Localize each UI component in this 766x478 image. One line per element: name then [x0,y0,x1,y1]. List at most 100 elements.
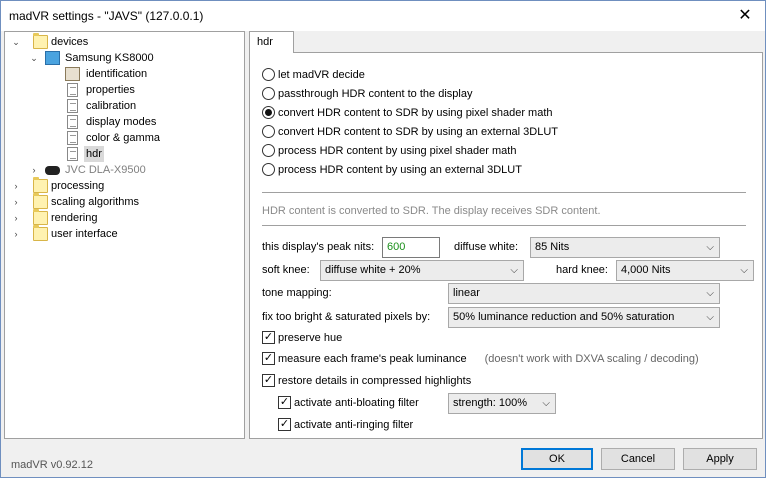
tree-label: rendering [51,212,98,224]
radio-button-selected[interactable] [262,105,275,119]
separator [262,225,746,226]
chevron-down-icon: ⌵ [542,398,550,409]
separator [262,192,746,193]
hdr-settings-panel: let madVR decide passthrough HDR content… [249,52,763,439]
expand-icon[interactable]: › [11,226,21,242]
diffuse-white-select[interactable]: 85 Nits ⌵ [530,237,720,258]
tone-mapping-label: tone mapping: [262,287,332,299]
peak-nits-label: this display's peak nits: [262,241,375,253]
diffuse-white-label: diffuse white: [454,241,519,253]
display-device-icon [45,51,60,65]
anti-ringing-checkbox-row[interactable]: ✓ activate anti-ringing filter [278,417,413,433]
checkbox-checked[interactable]: ✓ [262,351,275,365]
peak-nits-input[interactable]: 600 [382,237,440,258]
checkbox-label: measure each frame's peak luminance [278,353,467,365]
title-bar: madVR settings - "JAVS" (127.0.0.1) ✕ [1,1,765,31]
tree-label: devices [51,36,89,48]
folder-icon [33,33,48,49]
expand-icon[interactable]: › [11,210,21,226]
tree-label: processing [51,180,105,192]
radio-label: convert HDR content to SDR by using an e… [278,126,559,138]
folder-icon [33,225,48,241]
chevron-down-icon: ⌵ [706,288,714,299]
radio-passthrough-hdr[interactable]: passthrough HDR content to the display [262,86,472,102]
checkbox-label: activate anti-bloating filter [294,397,419,409]
preserve-hue-checkbox-row[interactable]: ✓ preserve hue [262,330,342,346]
chevron-down-icon: ⌵ [510,265,518,276]
measure-peak-checkbox-row[interactable]: ✓ measure each frame's peak luminance (doe… [262,351,699,367]
dxva-note: (doesn't work with DXVA scaling / decodi… [484,353,699,365]
hard-knee-label: hard knee: [556,264,608,276]
document-icon [67,115,78,129]
radio-convert-sdr-3dlut[interactable]: convert HDR content to SDR by using an e… [262,124,558,140]
radio-process-hdr-3dlut[interactable]: process HDR content by using an external… [262,162,522,178]
radio-process-hdr-pixel-shader[interactable]: process HDR content by using pixel shade… [262,143,516,159]
radio-button[interactable] [262,162,275,176]
radio-label: convert HDR content to SDR by using pixe… [278,107,553,119]
tree-label: Samsung KS8000 [65,52,154,64]
settings-tree[interactable]: ⌄ devices ⌄ Samsung KS8000 identificatio… [4,31,245,439]
folder-icon [33,193,48,209]
checkbox-checked[interactable]: ✓ [262,373,275,387]
hard-knee-select[interactable]: 4,000 Nits ⌵ [616,260,754,281]
radio-button[interactable] [262,86,275,100]
tree-label: properties [86,84,135,96]
identification-icon [65,67,80,81]
ok-button[interactable]: OK [521,448,593,470]
checkbox-checked[interactable]: ✓ [278,417,291,431]
radio-button[interactable] [262,143,275,157]
radio-label: let madVR decide [278,69,365,81]
checkbox-label: restore details in compressed highlights [278,375,472,387]
tree-label: JVC DLA-X9500 [65,164,146,176]
close-icon[interactable]: ✕ [731,4,759,28]
projector-icon [45,166,60,175]
settings-window: madVR settings - "JAVS" (127.0.0.1) ✕ ⌄ … [0,0,766,478]
strength-select[interactable]: strength: 100% ⌵ [448,393,556,414]
checkbox-checked[interactable]: ✓ [262,330,275,344]
tree-label: color & gamma [86,132,160,144]
restore-details-checkbox-row[interactable]: ✓ restore details in compressed highlight… [262,373,471,389]
tone-mapping-select[interactable]: linear ⌵ [448,283,720,304]
select-value: linear [453,287,480,299]
document-icon [67,99,78,113]
anti-bloating-checkbox-row[interactable]: ✓ activate anti-bloating filter [278,395,419,411]
expand-icon[interactable]: › [11,178,21,194]
tree-label: display modes [86,116,157,128]
expand-icon[interactable]: › [29,162,39,178]
collapse-icon[interactable]: ⌄ [29,50,39,66]
document-icon [67,83,78,97]
folder-icon [33,209,48,225]
hdr-info-text: HDR content is converted to SDR. The dis… [262,205,601,217]
tree-label: scaling algorithms [51,196,140,208]
folder-icon [33,177,48,193]
expand-icon[interactable]: › [11,194,21,210]
tab-hdr[interactable]: hdr [249,31,294,53]
tree-label: hdr [84,146,104,162]
checkbox-label: preserve hue [278,332,343,344]
radio-let-madvr-decide[interactable]: let madVR decide [262,67,365,83]
radio-convert-sdr-pixel-shader[interactable]: convert HDR content to SDR by using pixe… [262,105,553,121]
checkbox-label: activate anti-ringing filter [294,419,414,431]
apply-button[interactable]: Apply [683,448,757,470]
soft-knee-label: soft knee: [262,264,310,276]
document-icon [67,147,78,161]
tree-label: user interface [51,228,118,240]
chevron-down-icon: ⌵ [740,265,748,276]
soft-knee-select[interactable]: diffuse white + 20% ⌵ [320,260,524,281]
tree-label: calibration [86,100,137,112]
radio-button[interactable] [262,67,275,81]
select-value: 50% luminance reduction and 50% saturati… [453,311,675,323]
select-value: diffuse white + 20% [325,264,421,276]
select-value: strength: 100% [453,397,527,409]
radio-button[interactable] [262,124,275,138]
fix-pixels-label: fix too bright & saturated pixels by: [262,311,431,323]
select-value: 4,000 Nits [621,264,671,276]
checkbox-checked[interactable]: ✓ [278,395,291,409]
document-icon [67,131,78,145]
fix-pixels-select[interactable]: 50% luminance reduction and 50% saturati… [448,307,720,328]
collapse-icon[interactable]: ⌄ [11,34,21,50]
chevron-down-icon: ⌵ [706,242,714,253]
version-label: madVR v0.92.12 [11,459,93,471]
select-value: 85 Nits [535,241,570,253]
cancel-button[interactable]: Cancel [601,448,675,470]
